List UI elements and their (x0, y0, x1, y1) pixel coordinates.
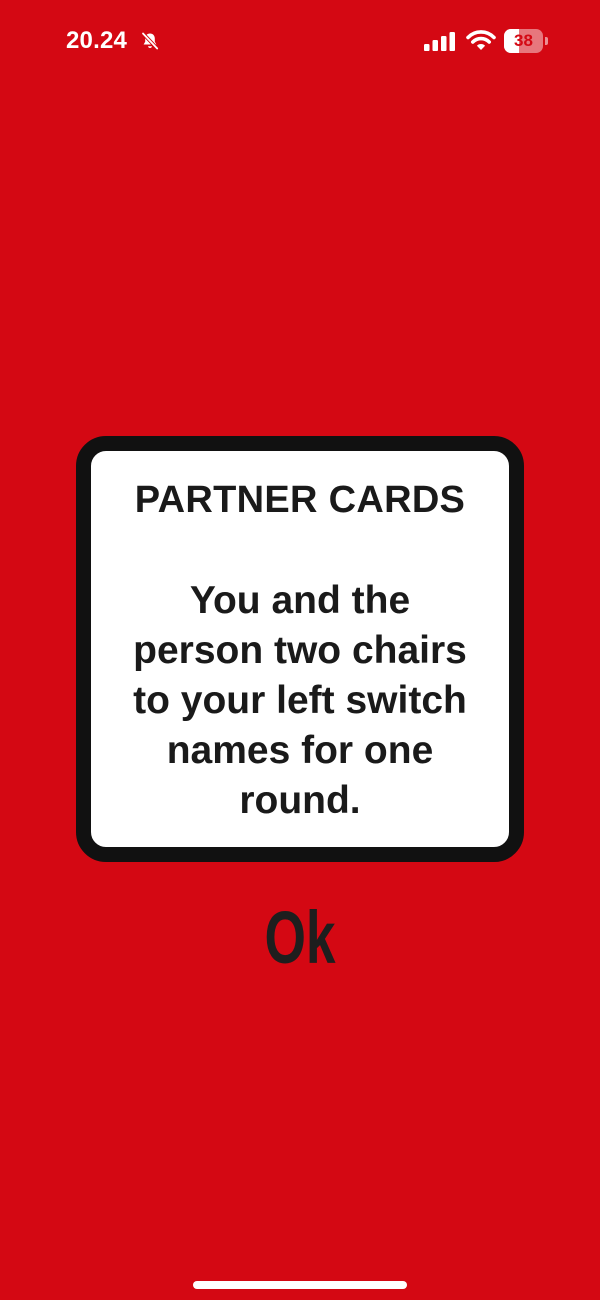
status-time: 20.24 (66, 27, 128, 54)
partner-card: PARTNER CARDS You and the person two cha… (76, 436, 524, 862)
card-instruction-line: to your left switch (133, 679, 467, 722)
ok-button[interactable]: Ok (200, 898, 400, 978)
card-instruction-line: You and the (189, 579, 411, 622)
card-instruction-line: round. (239, 779, 361, 822)
card-instruction-line: person two chairs (133, 629, 467, 672)
bell-slash-icon (141, 32, 159, 50)
card-instruction-line: names for one (166, 729, 434, 772)
card-title: PARTNER CARDS (134, 479, 466, 521)
battery-cap (545, 37, 548, 45)
home-indicator[interactable] (193, 1281, 407, 1289)
ok-button-label: Ok (264, 896, 336, 979)
battery-level-text: 38 (514, 31, 533, 50)
status-bar: 20.24 38 (0, 0, 600, 84)
cellular-signal-icon (424, 32, 455, 51)
battery-body: 38 (504, 29, 543, 53)
battery-icon: 38 (504, 29, 548, 53)
wifi-icon (466, 30, 496, 50)
card-instruction: You and the person two chairs to your le… (91, 576, 509, 826)
